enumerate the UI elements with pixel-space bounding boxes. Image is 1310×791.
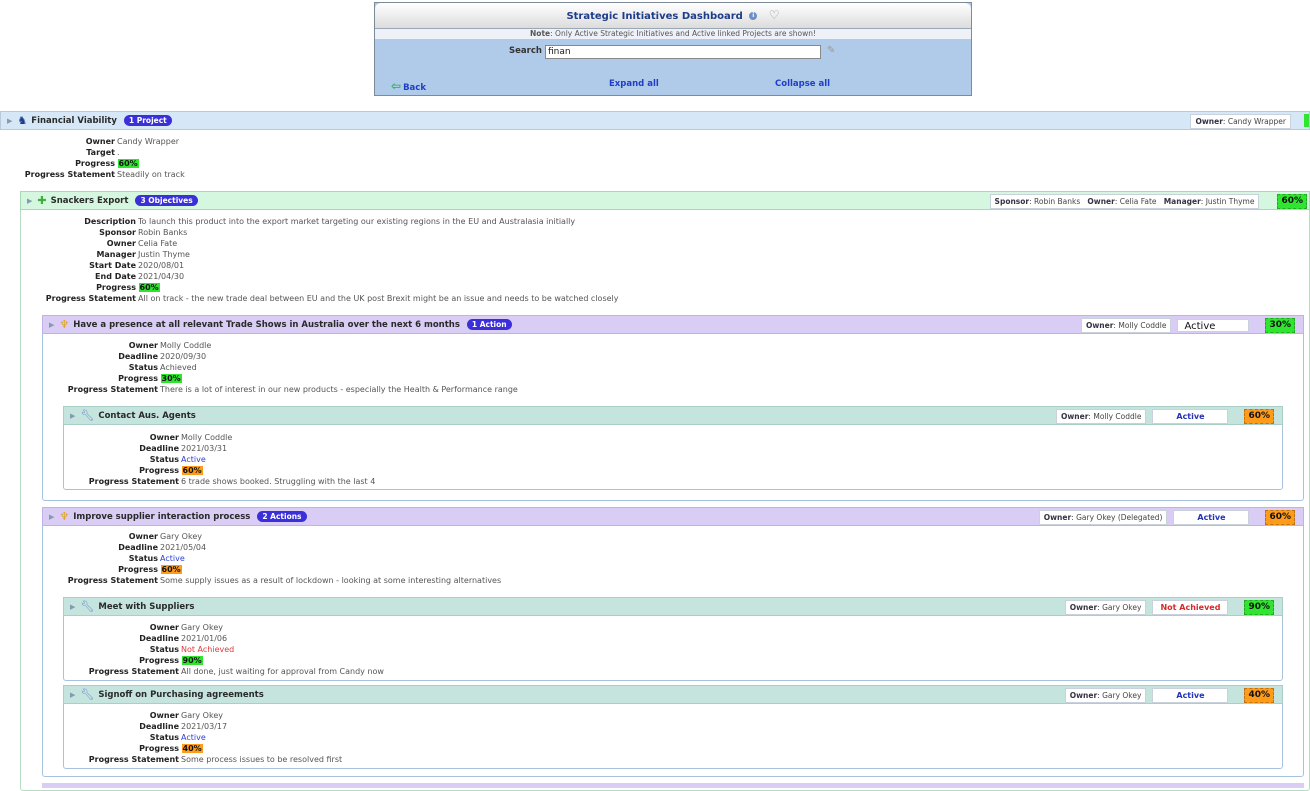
objective-progress-value: 60% — [160, 565, 182, 574]
note-banner: Note: Only Active Strategic Initiatives … — [375, 29, 971, 39]
objective-progress-badge: 60% — [1265, 510, 1295, 525]
heart-icon[interactable]: ♡ — [769, 8, 780, 22]
initiative-progress-edge — [1304, 114, 1309, 127]
initiative-progress-value: 60% — [117, 159, 139, 168]
objective-count-badge[interactable]: 3 Objectives — [135, 195, 198, 206]
action-progress-badge: 60% — [1244, 409, 1274, 424]
chess-knight-icon: ♞ — [17, 114, 28, 127]
action-title: Signoff on Purchasing agreements — [98, 689, 264, 700]
project-progress-value: 60% — [138, 283, 160, 292]
clear-search-icon[interactable]: ✎ — [827, 45, 835, 56]
wrench-icon: 🔧︎ — [80, 600, 95, 613]
action-count-badge[interactable]: 1 Action — [466, 319, 512, 330]
objective-title: Have a presence at all relevant Trade Sh… — [73, 319, 460, 330]
project-progress-badge: 60% — [1277, 194, 1307, 209]
objective-details: Owner Molly Coddle Deadline 2020/09/30 Sta… — [67, 341, 518, 394]
objective-row[interactable]: ▶ ♆ Have a presence at all relevant Trad… — [42, 315, 1304, 334]
action-row[interactable]: ▶ 🔧︎ Meet with Suppliers Owner: Gary Oke… — [63, 597, 1283, 616]
page-title: Strategic Initiatives Dashboard — [566, 11, 743, 22]
expand-all-link[interactable]: Expand all — [609, 79, 659, 89]
search-label: Search — [509, 46, 542, 56]
action-owner-box: Owner: Gary Okey — [1064, 688, 1147, 703]
trophy-icon: ♆ — [59, 510, 70, 523]
expand-caret-icon[interactable]: ▶ — [70, 603, 75, 611]
project-title: Snackers Export — [50, 195, 129, 206]
project-roles-box: Sponsor: Robin Banks Owner: Celia Fate M… — [989, 194, 1260, 209]
objective-details: Owner Gary Okey Deadline 2021/05/04 Status… — [67, 532, 502, 585]
initiative-owner-box: Owner: Candy Wrapper — [1190, 114, 1291, 129]
collapse-all-link[interactable]: Collapse all — [775, 79, 830, 89]
action-status-box[interactable]: Not Achieved — [1152, 600, 1229, 615]
action-progress-value: 40% — [181, 744, 203, 753]
action-count-badge[interactable]: 2 Actions — [257, 511, 307, 522]
action-title: Contact Aus. Agents — [98, 410, 196, 421]
objective-owner-box: Owner: Gary Okey (Delegated) — [1038, 510, 1168, 525]
initiative-details: Owner Candy Wrapper Target. Progress 60% … — [24, 137, 185, 179]
info-icon[interactable]: i — [749, 12, 758, 20]
puzzle-icon: ✚ — [37, 194, 47, 207]
search-input[interactable] — [545, 45, 821, 59]
dashboard-title-bar: Strategic Initiatives Dashboard i ♡ — [375, 3, 971, 29]
wrench-icon: 🔧︎ — [80, 688, 95, 701]
action-status-box[interactable]: Active — [1152, 409, 1229, 424]
trophy-icon: ♆ — [59, 318, 70, 331]
action-progress-value: 90% — [181, 656, 203, 665]
next-objective-row[interactable] — [42, 783, 1304, 788]
initiative-title: Financial Viability — [31, 115, 117, 126]
objective-status-box[interactable]: Active — [1177, 319, 1250, 332]
action-status-box[interactable]: Active — [1152, 688, 1229, 703]
action-owner-box: Owner: Molly Coddle — [1055, 409, 1147, 424]
expand-caret-icon[interactable]: ▶ — [7, 117, 12, 125]
project-row[interactable]: ▶ ✚ Snackers Export 3 Objectives Sponsor… — [20, 191, 1310, 210]
action-progress-badge: 90% — [1244, 600, 1274, 615]
initiative-row[interactable]: ▶ ♞ Financial Viability 1 Project Owner:… — [0, 111, 1310, 130]
expand-caret-icon[interactable]: ▶ — [27, 197, 32, 205]
note-prefix: Note — [530, 29, 551, 38]
wrench-icon: 🔧︎ — [80, 409, 95, 422]
objective-owner-box: Owner: Molly Coddle — [1080, 318, 1172, 333]
action-details: Owner Gary Okey Deadline 2021/03/17 Status… — [88, 711, 343, 764]
action-owner-box: Owner: Gary Okey — [1064, 600, 1147, 615]
expand-caret-icon[interactable]: ▶ — [70, 691, 75, 699]
objective-row[interactable]: ▶ ♆ Improve supplier interaction process… — [42, 507, 1304, 526]
dashboard-header-panel: Strategic Initiatives Dashboard i ♡ Note… — [374, 2, 972, 96]
objective-progress-value: 30% — [160, 374, 182, 383]
project-count-badge[interactable]: 1 Project — [123, 115, 172, 126]
expand-caret-icon[interactable]: ▶ — [49, 321, 54, 329]
expand-caret-icon[interactable]: ▶ — [70, 412, 75, 420]
objective-status-box[interactable]: Active — [1173, 510, 1250, 525]
note-text: : Only Active Strategic Initiatives and … — [550, 29, 816, 38]
action-details: Owner Molly Coddle Deadline 2021/03/31 Sta… — [88, 433, 376, 486]
action-progress-value: 60% — [181, 466, 203, 475]
project-details: Description To launch this product into t… — [45, 217, 619, 303]
objective-progress-badge: 30% — [1265, 318, 1295, 333]
action-row[interactable]: ▶ 🔧︎ Signoff on Purchasing agreements Ow… — [63, 685, 1283, 704]
objective-title: Improve supplier interaction process — [73, 511, 251, 522]
expand-caret-icon[interactable]: ▶ — [49, 513, 54, 521]
action-row[interactable]: ▶ 🔧︎ Contact Aus. Agents Owner: Molly Co… — [63, 406, 1283, 425]
action-progress-badge: 40% — [1244, 688, 1274, 703]
back-label: Back — [403, 83, 426, 93]
action-details: Owner Gary Okey Deadline 2021/01/06 Status… — [88, 623, 384, 676]
action-title: Meet with Suppliers — [98, 601, 195, 612]
back-arrow-icon: ⇦ — [391, 79, 402, 93]
back-link[interactable]: ⇦ Back — [391, 79, 426, 93]
